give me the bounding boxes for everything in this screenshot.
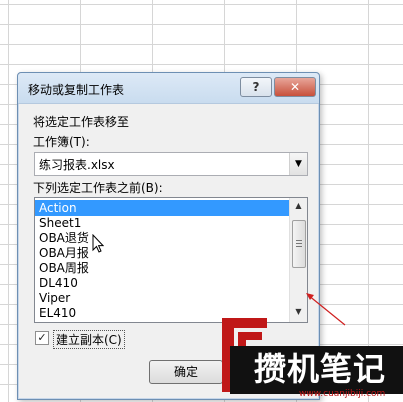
mouse-cursor-icon [92,234,104,253]
watermark-url: www.cuanjibiji.com [299,389,386,399]
sheet-list-item[interactable]: Action [35,200,291,216]
workbook-select[interactable]: 练习报表.xlsx ▼ [34,152,308,176]
help-button[interactable]: ? [240,77,272,97]
before-sheet-label: 下列选定工作表之前(B): [33,181,163,195]
sheet-list-item[interactable]: OBA周报 [35,260,291,276]
create-copy-checkbox[interactable]: ✓ [35,331,49,345]
scroll-up-icon[interactable]: ▲ [291,198,306,214]
ok-button[interactable]: 确定 [149,360,223,384]
chevron-down-icon[interactable]: ▼ [289,153,307,175]
annotation-arrow-icon [306,293,346,326]
sheet-list-item[interactable]: Sheet1 [35,215,291,231]
sheet-list-item[interactable]: DL410 [35,275,291,291]
scroll-thumb[interactable] [292,220,306,268]
workbook-label: 工作簿(T): [33,135,90,149]
workbook-select-value: 练习报表.xlsx [39,158,115,172]
sheet-list-item[interactable]: OBA退货 [35,230,291,246]
dialog-titlebar: 移动或复制工作表 ? ✕ [18,73,319,104]
sheet-list-item[interactable]: Viper [35,290,291,306]
create-copy-label[interactable]: 建立副本(C) [53,330,125,349]
watermark-brand: 攒机笔记 [254,350,387,388]
sheet-list[interactable]: Action Sheet1 OBA退货 OBA月报 OBA周报 DL410 Vi… [34,197,308,323]
dialog-title: 移动或复制工作表 [28,83,125,97]
sheet-list-item[interactable]: OBA月报 [35,245,291,261]
move-to-label: 将选定工作表移至 [33,115,130,129]
close-button[interactable]: ✕ [274,77,316,97]
